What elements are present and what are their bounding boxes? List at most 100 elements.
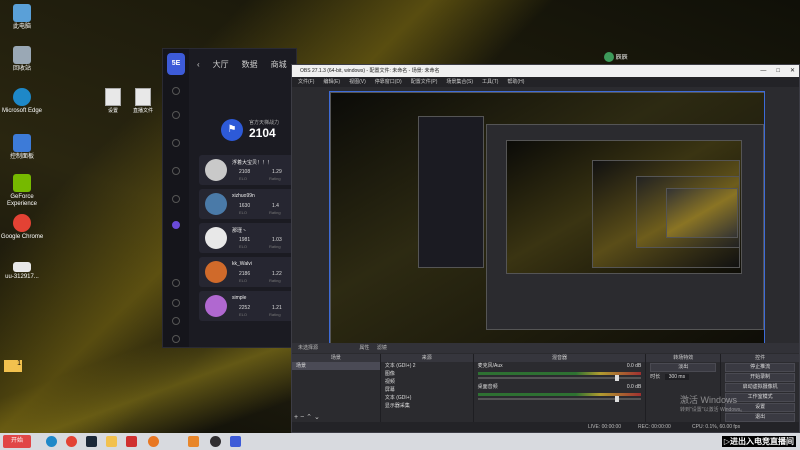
friend-card[interactable]: 浮着大宝贝！！！ 2108 ELO 1.29 Rating [199,155,296,185]
back-icon[interactable]: ‹ [197,60,200,69]
mic-volume-slider[interactable] [477,375,642,381]
settings-icon[interactable] [172,299,180,307]
scenes-dock: 场景 场景 +−⌃⌄ [292,354,380,422]
rank-value: 2104 [249,126,276,140]
chrome-icon[interactable]: Google Chrome [0,214,44,241]
this-pc-icon[interactable]: 此电脑 [0,4,44,31]
wifi-icon[interactable] [172,195,180,203]
home-icon[interactable] [172,87,180,95]
menu-file[interactable]: 文件(F) [298,77,314,87]
desktop-channel-db: 0.0 dB [626,384,642,390]
firefox-taskbar-icon[interactable] [148,436,159,447]
menu-tools[interactable]: 工具(T) [482,77,498,87]
menu-docks[interactable]: 停靠窗口(D) [375,77,402,87]
obs-taskbar-icon[interactable] [210,436,221,447]
match-icon[interactable] [172,111,180,119]
source-item[interactable]: 文本 (GDI+) 2 [381,362,473,370]
duration-input[interactable]: 300 ms [664,374,690,380]
rank-label: 官方天梯战力 [249,120,280,126]
taskbar: 开始 [0,433,800,450]
app-taskbar-icon[interactable] [188,436,199,447]
menu-profile[interactable]: 配置文件(P) [411,77,438,87]
friend-card[interactable]: xizhuo99n 1630 ELO 1.4 Rating [199,189,296,219]
5e-logo[interactable]: 5E [167,53,185,75]
start-recording-button[interactable]: 开始录制 [725,373,795,382]
profile-icon[interactable] [172,221,180,229]
uu-accelerator-icon[interactable]: uu-312917... [0,262,44,281]
source-toolbar: 未选择源 属性 滤镜 [292,343,799,353]
menu-help[interactable]: 帮助(H) [507,77,524,87]
activation-watermark: 激活 Windows 转到"设置"以激活 Windows。 [680,395,746,413]
obs-menubar: 文件(F) 编辑(E) 视图(V) 停靠窗口(D) 配置文件(P) 场景集合(S… [292,77,799,87]
chat-icon[interactable] [172,335,180,343]
stats-icon[interactable] [172,139,180,147]
mic-channel-name: 麦克风/Aux [477,363,503,369]
stream-banner: ▷进出入电竞直播间 [721,436,796,447]
rec-timer: REC: 00:00:00 [638,424,671,430]
source-item[interactable]: 屏幕 [381,386,473,394]
filters-button[interactable]: 滤镜 [377,345,387,351]
stop-streaming-button[interactable]: 停止推流 [725,363,795,372]
chrome-taskbar-icon[interactable] [66,436,77,447]
maximize-icon[interactable]: □ [776,65,780,77]
control-panel-icon[interactable]: 控制面板 [0,134,44,161]
friends-icon[interactable] [172,167,180,175]
close-icon[interactable]: ✕ [790,65,795,77]
avatar [205,159,227,181]
mixer-dock: 混音器 麦克风/Aux 0.0 dB 桌面音频 0.0 dB [473,354,646,422]
live-timer: LIVE: 00:00:00 [588,424,622,430]
source-item[interactable]: 图像 [381,370,473,378]
desktop-file-settings[interactable]: 设置 [102,88,124,114]
5e-taskbar-icon[interactable] [230,436,241,447]
search-icon[interactable] [172,279,180,287]
preview-5e-window [418,116,484,268]
sources-dock: 来源 文本 (GDI+) 2 图像 视频 屏幕 文本 (GDI+) 显示器采集 [380,354,473,422]
5e-arena-window: 5E ‹ 大厅 数据 商城 ⚑ 官方天梯战力 2104 浮着大宝贝！！！ 210… [162,48,297,348]
avatar [604,52,614,63]
user-badge[interactable]: 辰辰 [604,52,694,64]
cpu-fps: CPU: 0.1%, 60.00 fps [692,424,741,430]
menu-scene-collection[interactable]: 场景集合(S) [446,77,473,87]
avatar [205,295,227,317]
nav-lobby[interactable]: 大厅 [213,59,229,70]
menu-view[interactable]: 视图(V) [349,77,366,87]
avatar [205,193,227,215]
source-item[interactable]: 文本 (GDI+) [381,394,473,402]
preview-capture-level-5 [666,188,738,238]
source-item[interactable]: 显示器采集 [381,402,473,410]
menu-edit[interactable]: 编辑(E) [323,77,340,87]
obs-statusbar: LIVE: 00:00:00 REC: 00:00:00 CPU: 0.1%, … [292,422,799,432]
properties-button[interactable]: 属性 [359,345,369,351]
obs-titlebar: OBS 27.1.3 (64-bit, windows) - 配置文件: 未命名… [292,65,799,77]
avatar [205,261,227,283]
obs-preview[interactable] [329,91,765,345]
scene-controls[interactable]: +−⌃⌄ [294,413,322,421]
obs-window: OBS 27.1.3 (64-bit, windows) - 配置文件: 未命名… [291,64,800,433]
netease-taskbar-icon[interactable] [126,436,137,447]
recycle-bin-icon[interactable]: 回收站 [0,46,44,73]
minimize-icon[interactable]: — [760,65,766,77]
nav-shop[interactable]: 商城 [271,59,287,70]
nav-data[interactable]: 数据 [242,59,258,70]
left-rail: 5E [163,49,189,347]
sticky-note-icon[interactable]: 1 [4,360,22,372]
avatar [205,227,227,249]
virtual-camera-button[interactable]: 启动虚拟摄像机 [725,383,795,392]
friend-card[interactable]: kk_Walvi 2186 ELO 1.22 Rating [199,257,296,287]
steam-taskbar-icon[interactable] [86,436,97,447]
transition-select[interactable]: 淡出 [650,363,717,372]
edge-icon[interactable]: Microsoft Edge [0,88,44,115]
desktop-volume-slider[interactable] [477,396,642,402]
geforce-experience-icon[interactable]: GeForce Experience [0,174,44,208]
scene-item[interactable]: 场景 [292,362,380,370]
source-item[interactable]: 视频 [381,378,473,386]
friend-card[interactable]: 那瑾丶 1981 ELO 1.03 Rating [199,223,296,253]
edge-taskbar-icon[interactable] [46,436,57,447]
mic-channel-db: 0.0 dB [626,363,642,369]
filter-icon[interactable] [172,317,180,325]
exit-button[interactable]: 退出 [725,413,795,422]
explorer-taskbar-icon[interactable] [106,436,117,447]
friend-card[interactable]: simple 2252 ELO 1.21 Rating [199,291,296,321]
desktop-file-stream[interactable]: 直播文件 [132,88,154,114]
start-button[interactable]: 开始 [3,435,31,448]
